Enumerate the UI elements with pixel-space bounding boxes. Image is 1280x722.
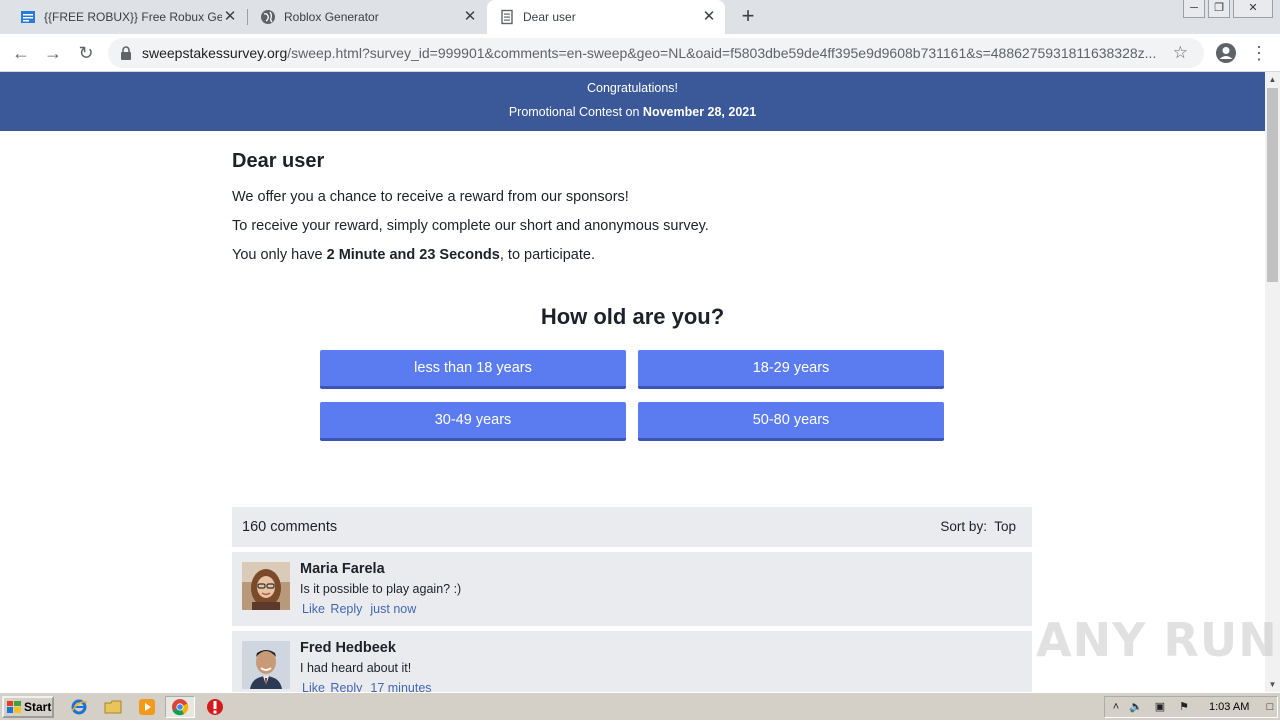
- show-desktop-icon[interactable]: □: [1263, 700, 1277, 714]
- file-explorer-icon[interactable]: [104, 698, 122, 716]
- browser-tab-strip: {{FREE ROBUX}} Free Robux Generat ✕ Robl…: [0, 0, 1280, 34]
- timer-countdown: 2 Minute and 23 Seconds: [326, 247, 500, 263]
- timer-suffix: , to participate.: [499, 247, 595, 263]
- comment-author[interactable]: Maria Farela: [300, 561, 385, 577]
- sort-label: Sort by:: [940, 519, 987, 534]
- forward-icon[interactable]: →: [42, 42, 64, 64]
- tab-title: Roblox Generator: [284, 10, 379, 24]
- scroll-down-arrow-icon[interactable]: ▼: [1265, 677, 1280, 692]
- windows-taskbar: Start ˄ 🔈 ▣ ⚑ □ 1:03 AM: [0, 692, 1280, 720]
- lock-icon: [120, 46, 132, 60]
- speaker-icon[interactable]: 🔈: [1129, 700, 1143, 714]
- comment-text: Is it possible to play again? :): [300, 582, 462, 596]
- anyrun-watermark-logo: ANY RUN: [1036, 604, 1278, 676]
- congratulations-banner: Congratulations! Promotional Contest on …: [0, 72, 1265, 131]
- timer-prefix: You only have: [232, 247, 327, 263]
- comment-actions: Like Reply 17 minutes: [302, 681, 434, 692]
- scrollbar-thumb[interactable]: [1267, 88, 1278, 282]
- new-tab-button[interactable]: +: [736, 5, 760, 29]
- comment-time: just now: [370, 602, 417, 616]
- network-icon[interactable]: ▣: [1153, 700, 1167, 714]
- back-icon[interactable]: ←: [10, 42, 32, 64]
- start-button[interactable]: Start: [2, 696, 54, 718]
- page-scrollbar[interactable]: ▲ ▼: [1265, 72, 1280, 692]
- reply-link[interactable]: Reply: [330, 681, 362, 692]
- avatar: [242, 641, 290, 689]
- comment-time: 17 minutes: [370, 681, 432, 692]
- reload-icon[interactable]: ↻: [75, 42, 97, 64]
- answer-button-under-18[interactable]: less than 18 years: [320, 350, 626, 389]
- menu-kebab-icon[interactable]: ⋮: [1250, 42, 1268, 64]
- banner-subtitle-prefix: Promotional Contest on: [508, 105, 643, 119]
- tab-roblox-generator[interactable]: Roblox Generator ✕: [248, 0, 486, 34]
- address-url: sweepstakessurvey.org/sweep.html?survey_…: [142, 45, 1168, 61]
- tab-dear-user[interactable]: Dear user ✕: [487, 0, 725, 34]
- page-greeting: Dear user: [232, 150, 325, 172]
- opera-icon[interactable]: [206, 698, 224, 716]
- page-viewport: Congratulations! Promotional Contest on …: [0, 72, 1265, 692]
- banner-subtitle: Promotional Contest on November 28, 2021: [0, 98, 1265, 124]
- url-host: sweepstakessurvey.org: [142, 45, 288, 61]
- start-label: Start: [24, 700, 52, 714]
- close-icon[interactable]: ✕: [462, 9, 478, 25]
- tray-expand-icon[interactable]: ˄: [1109, 700, 1123, 714]
- sort-control[interactable]: Sort by: Top: [940, 519, 1016, 534]
- instruction-text: To receive your reward, simply complete …: [232, 218, 709, 234]
- tab-title: Dear user: [523, 10, 576, 24]
- close-window-button[interactable]: ✕: [1233, 0, 1273, 18]
- system-tray: ˄ 🔈 ▣ ⚑ □: [1104, 696, 1278, 718]
- reply-link[interactable]: Reply: [330, 602, 362, 616]
- offer-text: We offer you a chance to receive a rewar…: [232, 189, 629, 205]
- comment-item: Fred Hedbeek I had heard about it! Like …: [232, 631, 1032, 692]
- url-path: /sweep.html?survey_id=999901&comments=en…: [287, 45, 1157, 61]
- banner-date: November 28, 2021: [642, 105, 757, 119]
- tab-free-robux[interactable]: {{FREE ROBUX}} Free Robux Generat ✕: [8, 0, 246, 34]
- profile-avatar-icon[interactable]: [1215, 42, 1237, 64]
- answer-button-30-49[interactable]: 30-49 years: [320, 402, 626, 441]
- windows-flag-icon: [7, 701, 21, 713]
- avatar: [242, 562, 290, 610]
- bookmark-star-icon[interactable]: ☆: [1173, 44, 1188, 62]
- timer-text: You only have 2 Minute and 23 Seconds, t…: [232, 247, 595, 263]
- close-icon[interactable]: ✕: [701, 9, 717, 25]
- media-player-icon[interactable]: [138, 698, 156, 716]
- internet-explorer-icon[interactable]: [70, 698, 88, 716]
- chrome-taskbar-button[interactable]: [165, 696, 195, 718]
- comment-item: Maria Farela Is it possible to play agai…: [232, 552, 1032, 626]
- watermark-text: ANY RUN: [1036, 613, 1278, 667]
- answer-button-18-29[interactable]: 18-29 years: [638, 350, 944, 389]
- browser-toolbar: ← → ↻ sweepstakessurvey.org/sweep.html?s…: [0, 34, 1280, 72]
- comment-author[interactable]: Fred Hedbeek: [300, 640, 396, 656]
- minimize-button[interactable]: ─: [1183, 0, 1205, 18]
- comment-text: I had heard about it!: [300, 661, 412, 675]
- like-link[interactable]: Like: [302, 602, 325, 616]
- address-bar[interactable]: sweepstakessurvey.org/sweep.html?survey_…: [108, 38, 1204, 68]
- comments-count: 160 comments: [242, 519, 338, 535]
- answer-button-50-80[interactable]: 50-80 years: [638, 402, 944, 441]
- tab-title: {{FREE ROBUX}} Free Robux Generat: [44, 10, 222, 24]
- comment-actions: Like Reply just now: [302, 602, 418, 616]
- sort-value[interactable]: Top: [994, 519, 1016, 534]
- restore-button[interactable]: ❐: [1208, 0, 1230, 18]
- taskbar-clock[interactable]: 1:03 AM: [1209, 701, 1249, 713]
- like-link[interactable]: Like: [302, 681, 325, 692]
- action-center-flag-icon[interactable]: ⚑: [1177, 700, 1191, 714]
- document-icon: [499, 9, 515, 25]
- survey-question: How old are you?: [540, 304, 725, 329]
- globe-icon: [260, 9, 276, 25]
- comments-header: 160 comments Sort by: Top: [232, 507, 1032, 547]
- blue-page-icon: [20, 9, 36, 25]
- close-icon[interactable]: ✕: [222, 9, 238, 25]
- banner-title: Congratulations!: [586, 81, 679, 95]
- scroll-up-arrow-icon[interactable]: ▲: [1265, 72, 1280, 87]
